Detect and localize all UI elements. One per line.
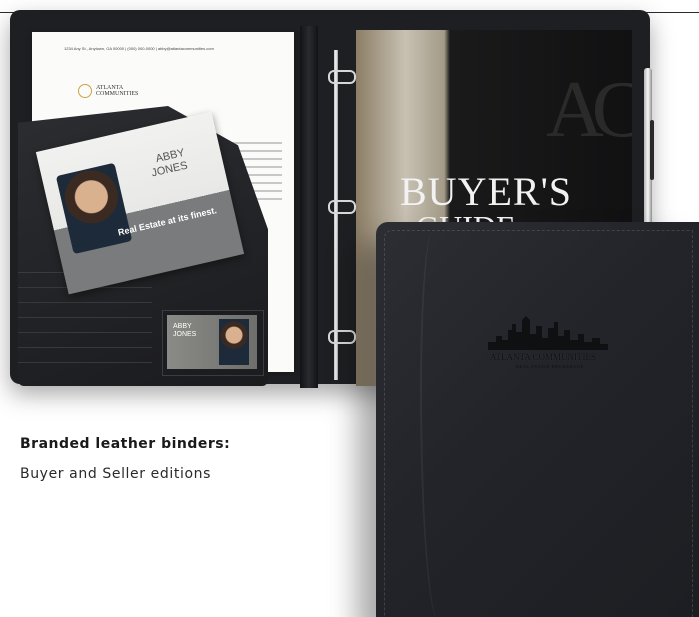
id-card-name: ABBY JONES <box>173 323 197 338</box>
id-window: ABBY JONES <box>162 310 264 376</box>
cover-brand: ATLANTA COMMUNITIES <box>490 352 597 362</box>
caption-title: Branded leather binders: <box>20 436 231 452</box>
closed-binder-image: ATLANTA COMMUNITIES REAL ESTATE BROKERAG… <box>376 222 699 617</box>
letterhead-contact-line: 1234 Any St., Anytown, GA 00000 | (000) … <box>64 46 214 51</box>
guide-title: BUYER'S <box>400 169 573 214</box>
ring-icon <box>328 330 356 344</box>
id-card: ABBY JONES <box>167 315 257 369</box>
binder-promo-page: 1234 Any St., Anytown, GA 00000 | (000) … <box>0 0 699 617</box>
caption: Branded leather binders: Buyer and Selle… <box>20 436 320 482</box>
card-tagline: Real Estate at its finest. <box>116 205 218 238</box>
card-agent-name: ABBY JONES <box>150 146 189 180</box>
skyline-logo-icon <box>488 316 608 350</box>
letterhead-brand: ATLANTA COMMUNITIES <box>96 85 139 97</box>
ring-icon <box>328 70 356 84</box>
cover-brand-sub: REAL ESTATE BROKERAGE <box>516 364 584 369</box>
caption-subtitle: Buyer and Seller editions <box>20 466 211 482</box>
ring-icon <box>328 200 356 214</box>
binder-rings <box>328 50 356 380</box>
agent-photo <box>55 162 133 255</box>
id-card-photo <box>219 319 249 365</box>
pen-clip <box>650 120 654 180</box>
letterhead-logo: ATLANTA COMMUNITIES <box>78 84 138 98</box>
binder-spine <box>300 26 318 388</box>
guide-monogram: AC <box>546 66 632 154</box>
brand-logo-icon <box>78 84 92 98</box>
